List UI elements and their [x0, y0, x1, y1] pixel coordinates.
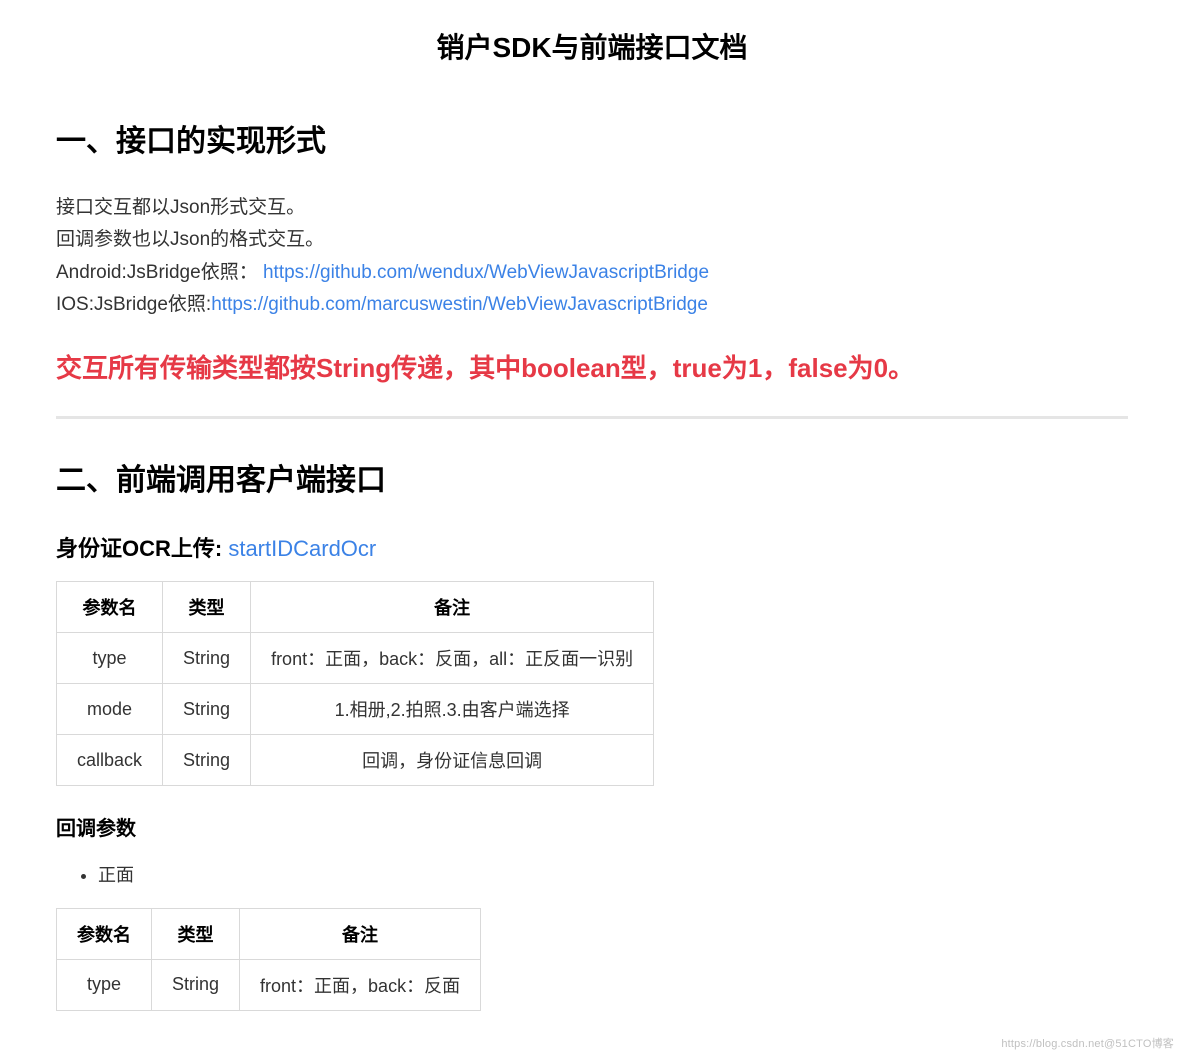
subsection-ocr-label: 身份证OCR上传:: [56, 536, 228, 561]
th-remark: 备注: [240, 908, 481, 959]
td-remark: front：正面，back：反面，all：正反面一识别: [251, 633, 654, 684]
td-remark: 回调，身份证信息回调: [251, 735, 654, 786]
list-item: 正面: [98, 861, 1128, 890]
th-remark: 备注: [251, 582, 654, 633]
td-param-name: type: [57, 959, 152, 1010]
subsection-ocr-heading: 身份证OCR上传: startIDCardOcr: [56, 531, 1128, 563]
th-param-name: 参数名: [57, 908, 152, 959]
ios-jsbridge-link[interactable]: https://github.com/marcuswestin/WebViewJ…: [211, 294, 708, 315]
intro-line-4: IOS:JsBridge依照:https://github.com/marcus…: [56, 289, 1128, 321]
table-row: type String front：正面，back：反面，all：正反面一识别: [57, 633, 654, 684]
watermark: https://blog.csdn.net@51CTO博客: [1001, 1035, 1174, 1051]
warning-text: 交互所有传输类型都按String传递，其中boolean型，true为1，fal…: [56, 349, 1128, 388]
th-param-name: 参数名: [57, 582, 163, 633]
th-type: 类型: [152, 908, 240, 959]
td-type: String: [163, 735, 251, 786]
table-row: mode String 1.相册,2.拍照.3.由客户端选择: [57, 684, 654, 735]
document-title: 销户SDK与前端接口文档: [56, 26, 1128, 66]
table-row: type String front：正面，back：反面: [57, 959, 481, 1010]
intro-line-1: 接口交互都以Json形式交互。: [56, 192, 1128, 224]
callback-heading: 回调参数: [56, 812, 1128, 841]
table-row: callback String 回调，身份证信息回调: [57, 735, 654, 786]
td-type: String: [163, 684, 251, 735]
android-jsbridge-link[interactable]: https://github.com/wendux/WebViewJavascr…: [263, 262, 709, 283]
intro-line-4-prefix: IOS:JsBridge依照:: [56, 294, 211, 315]
table-header-row: 参数名 类型 备注: [57, 582, 654, 633]
td-remark: 1.相册,2.拍照.3.由客户端选择: [251, 684, 654, 735]
td-remark: front：正面，back：反面: [240, 959, 481, 1010]
param-table-1: 参数名 类型 备注 type String front：正面，back：反面，a…: [56, 581, 654, 786]
td-param-name: type: [57, 633, 163, 684]
bullet-list: 正面: [56, 861, 1128, 890]
section-2-heading: 二、前端调用客户端接口: [56, 455, 1128, 499]
td-type: String: [163, 633, 251, 684]
intro-line-2: 回调参数也以Json的格式交互。: [56, 224, 1128, 256]
td-param-name: callback: [57, 735, 163, 786]
method-name: startIDCardOcr: [228, 536, 376, 561]
th-type: 类型: [163, 582, 251, 633]
section-divider: [56, 416, 1128, 419]
section-1-heading: 一、接口的实现形式: [56, 116, 1128, 160]
td-param-name: mode: [57, 684, 163, 735]
intro-line-3: Android:JsBridge依照： https://github.com/w…: [56, 257, 1128, 289]
section-1-intro: 接口交互都以Json形式交互。 回调参数也以Json的格式交互。 Android…: [56, 192, 1128, 321]
param-table-2: 参数名 类型 备注 type String front：正面，back：反面: [56, 908, 481, 1011]
table-header-row: 参数名 类型 备注: [57, 908, 481, 959]
td-type: String: [152, 959, 240, 1010]
intro-line-3-prefix: Android:JsBridge依照：: [56, 262, 258, 283]
